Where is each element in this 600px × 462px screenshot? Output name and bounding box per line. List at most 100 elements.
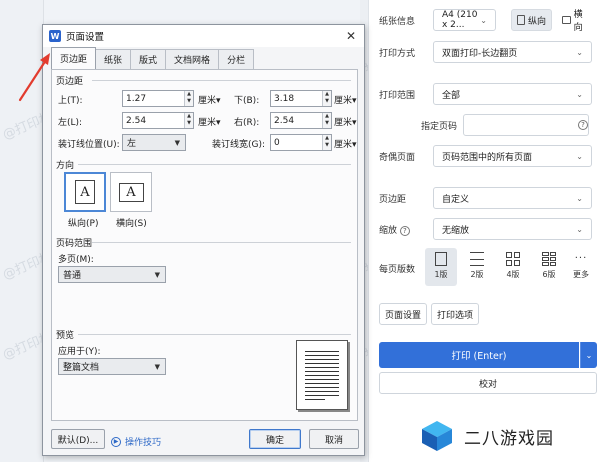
margin-label: 页边距 (379, 194, 407, 205)
spinner-arrows-icon[interactable]: ▲ ▼ (322, 113, 331, 128)
gutter-width-input[interactable]: 0 ▲ ▼ (270, 134, 332, 151)
zoom-value: 无缩放 (442, 225, 470, 236)
multi-page-label: 多页(M): (58, 255, 94, 265)
multi-page-select[interactable]: 普通 ▼ (58, 266, 166, 283)
unit-dropdown[interactable]: 厘米▾ (198, 115, 221, 128)
zoom-label: 缩放 (379, 225, 398, 236)
default-button[interactable]: 默认(D)... (51, 429, 105, 449)
orientation-section-title: 方向 (56, 161, 75, 171)
print-dropdown-button[interactable]: ⌄ (580, 342, 597, 368)
divider (92, 242, 351, 243)
range-select[interactable]: 全部 ⌄ (433, 83, 592, 105)
landscape-option[interactable]: A (110, 172, 152, 212)
page-layout-2-icon (470, 252, 484, 266)
tab-paper[interactable]: 纸张 (95, 49, 132, 69)
spinner-arrows-icon[interactable]: ▲ ▼ (322, 91, 331, 106)
tab-layout[interactable]: 版式 (130, 49, 167, 69)
unit-label: 厘米 (334, 118, 353, 128)
odd-even-label: 奇偶页面 (379, 152, 416, 163)
specify-pages-input[interactable] (463, 114, 589, 136)
gutter-position-select[interactable]: 左 ▼ (122, 134, 186, 151)
pps-option-2[interactable]: 2版 (461, 248, 493, 286)
cube-logo-icon (422, 421, 452, 451)
more-icon: ··· (574, 253, 588, 264)
left-margin-label: 左(L): (58, 118, 83, 128)
bottom-margin-value: 3.18 (274, 93, 295, 104)
ok-button[interactable]: 确定 (249, 429, 301, 449)
top-margin-input[interactable]: 1.27 ▲ ▼ (122, 90, 194, 107)
landscape-label: 横向 (573, 10, 583, 33)
print-panel: 纸张信息 A4 (210 x 2... ⌄ 纵向 横向 打印方式 双面打印-长边翻… (368, 0, 600, 462)
page-setup-dialog: W 页面设置 ✕ 页边距 纸张 版式 文档网格 分栏 页边距 上(T): 1.2… (42, 24, 365, 456)
site-logo: 二八游戏园 (402, 410, 600, 462)
pps-option-label: 1版 (434, 270, 448, 279)
margin-value: 自定义 (442, 194, 470, 205)
unit-dropdown[interactable]: 厘米▾ (334, 137, 357, 150)
chevron-down-icon: ⌄ (576, 89, 583, 99)
divider (92, 80, 351, 81)
left-margin-input[interactable]: 2.54 ▲ ▼ (122, 112, 194, 129)
print-mode-label: 打印方式 (379, 48, 416, 59)
landscape-page-icon: A (118, 182, 144, 202)
portrait-option[interactable]: A (64, 172, 106, 212)
pps-option-label: 2版 (470, 270, 484, 279)
spinner-arrows-icon[interactable]: ▲ ▼ (184, 113, 193, 128)
pps-option-4[interactable]: 4版 (497, 248, 529, 286)
tips-link[interactable]: ▶ 操作技巧 (111, 435, 161, 448)
portrait-toggle[interactable]: 纵向 (511, 9, 553, 31)
unit-dropdown[interactable]: 厘米▾ (334, 93, 357, 106)
wps-app-icon: W (49, 30, 61, 42)
chevron-down-icon: ⌄ (480, 15, 487, 25)
proof-button[interactable]: 校对 (379, 372, 597, 394)
print-mode-row: 打印方式 双面打印-长边翻页 ⌄ (379, 40, 592, 64)
cancel-button[interactable]: 取消 (309, 429, 359, 449)
pps-option-1[interactable]: 1版 (425, 248, 457, 286)
help-icon[interactable]: ? (399, 225, 410, 236)
page-setup-button[interactable]: 页面设置 (379, 303, 427, 325)
apply-to-label: 应用于(Y): (58, 347, 101, 357)
help-icon[interactable]: ? (578, 120, 588, 130)
paper-select[interactable]: A4 (210 x 2... ⌄ (433, 9, 496, 31)
pps-label: 每页版数 (379, 265, 416, 275)
bottom-margin-input[interactable]: 3.18 ▲ ▼ (270, 90, 332, 107)
unit-label: 厘米 (334, 140, 353, 150)
portrait-page-icon: A (75, 180, 95, 204)
close-icon[interactable]: ✕ (346, 29, 356, 43)
tab-margins[interactable]: 页边距 (51, 47, 97, 69)
page-range-section-title: 页码范围 (56, 239, 93, 249)
landscape-toggle[interactable]: 横向 (557, 9, 592, 33)
tips-label: 操作技巧 (125, 438, 162, 448)
pps-option-label: 6版 (542, 270, 556, 279)
margins-tab-pane: 页边距 上(T): 1.27 ▲ ▼ 厘米▾ 下(B): 3.18 ▲ ▼ 厘米▾ 左(… (51, 69, 358, 421)
chevron-down-icon: ⌄ (576, 224, 583, 234)
print-mode-select[interactable]: 双面打印-长边翻页 ⌄ (433, 41, 592, 63)
right-margin-label: 右(R): (234, 118, 260, 128)
unit-label: 厘米 (198, 118, 217, 128)
landscape-label[interactable]: 横向(S) (116, 216, 147, 229)
right-margin-input[interactable]: 2.54 ▲ ▼ (270, 112, 332, 129)
tab-columns[interactable]: 分栏 (218, 49, 255, 69)
range-label: 打印范围 (379, 90, 416, 101)
zoom-select[interactable]: 无缩放 ⌄ (433, 218, 592, 240)
spinner-arrows-icon[interactable]: ▲ ▼ (322, 135, 331, 150)
odd-even-select[interactable]: 页码范围中的所有页面 ⌄ (433, 145, 592, 167)
dropdown-arrow-icon: ▼ (154, 270, 160, 279)
pps-option-6[interactable]: 6版 (533, 248, 565, 286)
portrait-label[interactable]: 纵向(P) (68, 216, 98, 229)
print-options-button[interactable]: 打印选项 (431, 303, 479, 325)
pps-option-more[interactable]: ··· 更多 (565, 248, 597, 286)
margin-select[interactable]: 自定义 ⌄ (433, 187, 592, 209)
odd-even-value: 页码范围中的所有页面 (442, 152, 533, 163)
paper-label: 纸张信息 (379, 16, 416, 27)
landscape-icon (562, 16, 571, 24)
print-button[interactable]: 打印 (Enter) (379, 342, 579, 368)
preview-section-title: 预览 (56, 331, 75, 341)
unit-dropdown[interactable]: 厘米▾ (198, 93, 221, 106)
unit-dropdown[interactable]: 厘米▾ (334, 115, 357, 128)
dialog-tabs: 页边距 纸张 版式 文档网格 分栏 (51, 47, 255, 69)
zoom-row: 缩放 ? 无缩放 ⌄ (379, 217, 592, 241)
tab-doc-grid[interactable]: 文档网格 (165, 49, 220, 69)
spinner-arrows-icon[interactable]: ▲ ▼ (184, 91, 193, 106)
apply-to-select[interactable]: 整篇文档 ▼ (58, 358, 166, 375)
pps-option-label: 更多 (573, 270, 589, 279)
